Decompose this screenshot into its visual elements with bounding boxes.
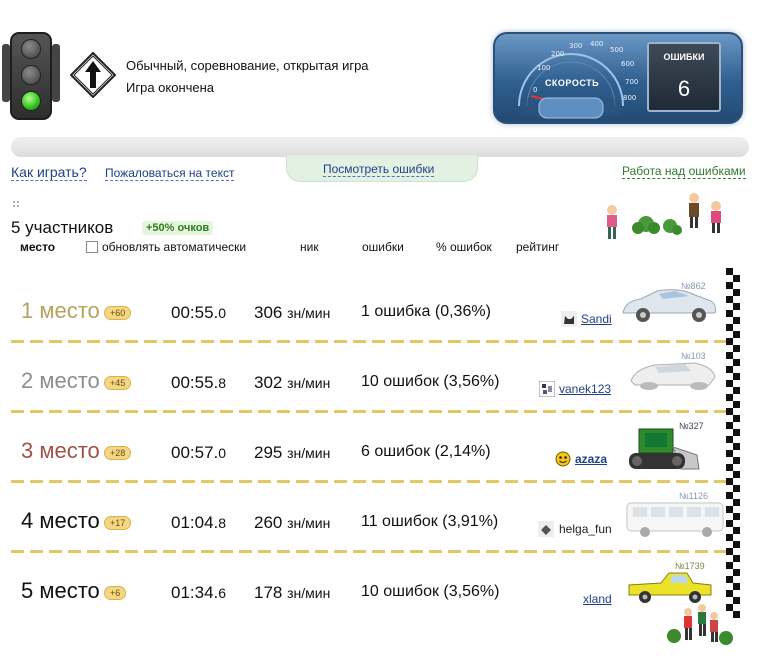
work-on-errors-link[interactable]: Работа над ошибками	[622, 164, 746, 179]
box-avatar-icon	[538, 521, 554, 537]
red-lamp	[21, 39, 41, 59]
errors-value: 10 ошибок (3,56%)	[361, 583, 500, 600]
time-value: 00:55.8	[171, 373, 227, 392]
rank-label: №1739	[675, 561, 705, 571]
speed-value: 295 зн/мин	[254, 443, 331, 462]
speed-tick: 700	[625, 78, 639, 86]
nick-link[interactable]: xland	[583, 592, 612, 606]
cat-avatar-icon	[561, 311, 577, 327]
white-bus-icon	[626, 502, 724, 537]
rank-label: №327	[679, 421, 704, 431]
errors-value: 1 ошибка (0,36%)	[361, 303, 491, 320]
column-errors: ошибки	[362, 240, 404, 254]
complain-link[interactable]: Пожаловаться на текст	[105, 166, 235, 181]
points-badge: +28	[104, 446, 132, 460]
straight-ahead-sign-icon	[70, 52, 116, 98]
speed-tick: 100	[537, 64, 551, 72]
traffic-light-tab	[2, 44, 10, 102]
errors-value: 6 ошибок (2,14%)	[361, 443, 491, 460]
errors-value: 10 ошибок (3,56%)	[361, 373, 500, 390]
speed-tick: 800	[623, 94, 637, 102]
errors-display: ОШИБКИ 6	[647, 42, 721, 112]
speed-value: 302 зн/мин	[254, 373, 331, 392]
nick-link[interactable]: vanek123	[559, 382, 611, 396]
drag-grip-icon[interactable]	[12, 200, 22, 210]
speedometer-label: СКОРОСТЬ	[544, 78, 600, 88]
nick-link[interactable]: helga_fun	[559, 522, 612, 536]
place-label: 4 место	[21, 508, 100, 533]
time-value: 00:57.0	[171, 443, 227, 462]
points-badge: +60	[104, 306, 132, 320]
auto-update-checkbox[interactable]	[86, 241, 98, 253]
result-row: 5 место +6 01:34.6 178 зн/мин 10 ошибок …	[11, 553, 726, 623]
points-badge: +45	[104, 376, 132, 390]
errors-label: ОШИБКИ	[663, 52, 705, 62]
speed-value: 178 зн/мин	[254, 583, 331, 602]
rank-label: №1126	[679, 491, 709, 501]
bonus-badge: +50% очков	[142, 221, 214, 235]
points-badge: +17	[104, 516, 132, 530]
traffic-light-icon	[2, 32, 60, 120]
participants-count: 5 участников	[11, 218, 114, 237]
speed-tick: 400	[590, 40, 604, 48]
speed-tick: 500	[610, 46, 624, 54]
time-value: 01:34.6	[171, 583, 227, 602]
speed-tick: 300	[569, 42, 583, 50]
finish-crowd-icon	[667, 604, 733, 645]
green-lamp	[21, 91, 41, 111]
speed-tick: 200	[551, 50, 565, 58]
dashboard: 0 100 200 300 400 500 600 700 800 СКОРОС…	[493, 32, 743, 124]
time-value: 01:04.8	[171, 513, 227, 532]
game-status-text: Игра окончена	[126, 80, 215, 95]
place-label: 1 место	[21, 298, 100, 323]
result-row: 2 место +45 00:55.8 302 зн/мин 10 ошибок…	[11, 343, 726, 413]
finish-line-icon	[726, 268, 740, 618]
yellow-lamp	[21, 65, 41, 85]
column-nick: ник	[300, 240, 319, 254]
nick-link[interactable]: azaza	[575, 452, 607, 466]
smiley-avatar-icon	[555, 451, 571, 467]
speed-value: 260 зн/мин	[254, 513, 331, 532]
column-error-percent: % ошибок	[436, 240, 492, 254]
time-value: 00:55.0	[171, 303, 227, 322]
nick-link[interactable]: Sandi	[581, 312, 612, 326]
result-row: 1 место +60 00:55.0 306 зн/мин 1 ошибка …	[11, 273, 726, 343]
points-badge: +6	[104, 586, 127, 600]
place-label: 3 место	[21, 438, 100, 463]
progress-track	[11, 137, 749, 157]
errors-count: 6	[677, 76, 691, 101]
rank-label: №103	[681, 351, 706, 361]
column-rating: рейтинг	[516, 240, 560, 254]
spectators-icon	[607, 193, 721, 239]
game-type-text: Обычный, соревнование, открытая игра	[126, 58, 369, 73]
view-errors-link[interactable]: Посмотреть ошибки	[323, 162, 435, 177]
speed-value: 306 зн/мин	[254, 303, 331, 322]
speed-tick: 600	[621, 60, 635, 68]
how-to-play-link[interactable]: Как играть?	[11, 164, 87, 181]
place-label: 2 место	[21, 368, 100, 393]
result-row: 4 место +17 01:04.8 260 зн/мин 11 ошибок…	[11, 483, 726, 553]
pixel-avatar-icon	[539, 381, 555, 397]
errors-value: 11 ошибок (3,91%)	[361, 513, 499, 530]
column-place: место	[20, 240, 56, 254]
traffic-light-tab	[52, 44, 60, 102]
rank-label: №862	[681, 281, 706, 291]
place-label: 5 место	[21, 578, 100, 603]
result-row: 3 место +28 00:57.0 295 зн/мин 6 ошибок …	[11, 413, 726, 483]
auto-update-label[interactable]: обновлять автоматически	[102, 240, 246, 254]
